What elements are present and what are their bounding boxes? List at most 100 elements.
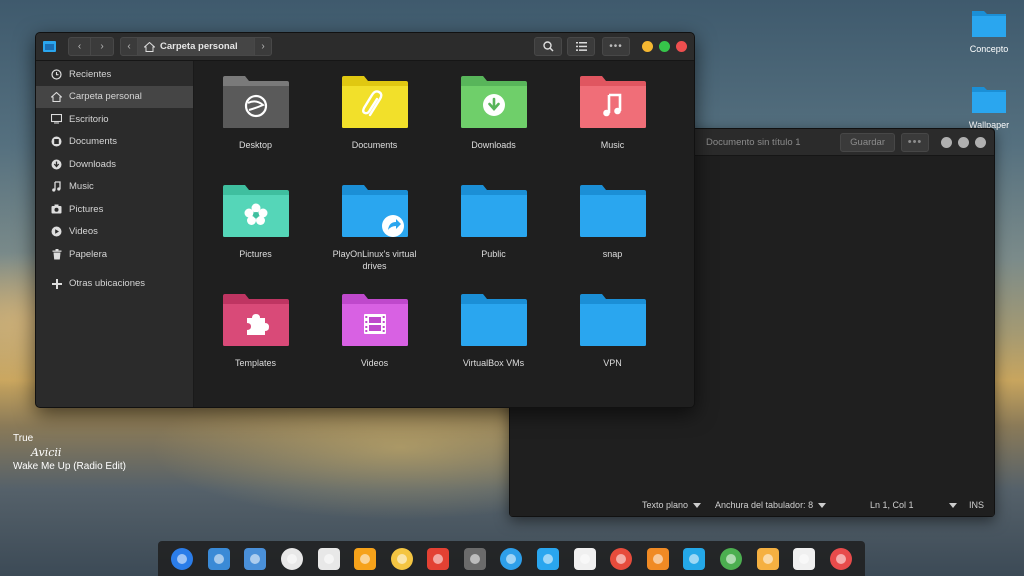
home-icon [51,91,62,102]
tab-width-selector[interactable]: Anchura del tabulador: 8 [715,500,827,510]
folder-label: Downloads [471,140,516,150]
sidebar-item-label: Otras ubicaciones [69,278,146,290]
folder-desktop[interactable]: Desktop [196,75,315,184]
cursor-position-label: Ln 1, Col 1 [870,500,914,510]
minimize-button[interactable] [941,136,952,148]
clock-icon [51,69,62,80]
files-icon [281,547,304,570]
dock-item-workspace[interactable] [242,546,268,572]
language-selector[interactable]: Texto plano [642,500,702,510]
back-button[interactable]: ‹ [68,37,91,56]
desktop-icon [51,114,62,125]
folder-downloads[interactable]: Downloads [434,75,553,184]
sidebar-item-recientes[interactable]: Recientes [36,63,193,86]
folder-templates[interactable]: Templates [196,293,315,402]
sidebar-item-papelera[interactable]: Papelera [36,243,193,266]
puzzle-icon [222,294,289,346]
close-button[interactable] [975,136,986,148]
desktop-folder-concepto[interactable]: Concepto [954,8,1024,54]
dock-item-settings[interactable] [462,546,488,572]
folder-icon [460,294,527,346]
image-viewer-icon [207,547,230,570]
folder-grid: Desktop Documents Downloads Music Pictures Pl… [194,75,672,402]
dock-item-media-player[interactable] [389,546,415,572]
folder-videos[interactable]: Videos [315,293,434,402]
sidebar-item-carpeta-personal[interactable]: Carpeta personal [36,85,193,108]
file-view[interactable]: Desktop Documents Downloads Music Pictures Pl… [194,61,694,407]
dock-item-wifi[interactable] [681,546,707,572]
folder-documents[interactable]: Documents [315,75,434,184]
forward-button[interactable]: › [91,37,114,56]
maximize-button[interactable] [958,136,969,148]
dock-item-calendar[interactable] [791,546,817,572]
sidebar-item-music[interactable]: Music [36,176,193,199]
folder-label: Public [481,249,506,259]
file-manager-app-icon [43,41,56,52]
send-icon [500,547,523,570]
dock-item-finder[interactable] [535,546,561,572]
maximize-button[interactable] [659,41,670,52]
sidebar-item-escritorio[interactable]: Escritorio [36,108,193,131]
folder-icon [972,11,1006,37]
breadcrumb-home[interactable]: Carpeta personal [138,37,254,56]
dock-item-trash[interactable] [828,546,854,572]
chevron-right-icon: › [100,41,104,52]
folder-virtualbox-vms[interactable]: VirtualBox VMs [434,293,553,402]
minimize-button[interactable] [642,41,653,52]
dock-item-disk[interactable] [608,546,634,572]
path-left-button[interactable]: ‹ [120,37,138,56]
sidebar-item-videos[interactable]: Videos [36,221,193,244]
menu-button[interactable]: ••• [602,37,630,56]
sidebar-item-documents[interactable]: Documents [36,131,193,154]
sidebar-item-pictures[interactable]: Pictures [36,198,193,221]
dock-item-image-viewer[interactable] [206,546,232,572]
music-album: True [13,433,34,444]
dock-item-power[interactable] [718,546,744,572]
share-arrow-icon [341,185,408,237]
dock-item-launcher[interactable] [169,546,195,572]
save-button[interactable]: Guardar [840,132,895,152]
deepin-logo-icon [222,76,289,128]
insert-mode[interactable]: INS [969,500,984,510]
editor-statusbar: Texto plano Anchura del tabulador: 8 Ln … [510,494,994,516]
dock-item-orange[interactable] [352,546,378,572]
path-right-button[interactable]: › [254,37,272,56]
menu-button[interactable]: ••• [901,132,929,152]
desktop-icon-label: Concepto [969,44,1009,54]
orange-icon [354,547,377,570]
editor-title: Documento sin título 1 [706,136,801,148]
dock-item-screenshot[interactable] [316,546,342,572]
dock-item-files[interactable] [279,546,305,572]
sidebar-item-label: Carpeta personal [69,91,142,103]
file-manager-header: ‹ › ‹ Carpeta personal › ••• [36,33,694,61]
media-player-icon [390,547,413,570]
cursor-position-selector[interactable]: Ln 1, Col 1 [870,500,957,510]
folder-vpn[interactable]: VPN [553,293,672,402]
folder-pictures[interactable]: Pictures [196,184,315,293]
dock-item-text-editor[interactable] [572,546,598,572]
folder-playonlinux-s-virtual-drives[interactable]: PlayOnLinux's virtual drives [315,184,434,293]
disk-icon [610,547,633,570]
folder-label: Music [600,140,625,150]
dock-item-cat[interactable] [755,546,781,572]
file-manager-window[interactable]: ‹ › ‹ Carpeta personal › ••• Recientes C… [35,32,695,408]
folder-music[interactable]: Music [553,75,672,184]
search-icon [542,41,554,52]
workspace-icon [244,547,267,570]
search-button[interactable] [534,37,562,56]
folder-public[interactable]: Public [434,184,553,293]
dock-item-chrome[interactable] [425,546,451,572]
dock-item-send[interactable] [498,546,524,572]
sidebar-item-downloads[interactable]: Downloads [36,153,193,176]
desktop-folder-wallpaper[interactable]: Wallpaper [954,84,1024,130]
dock-item-eject[interactable] [645,546,671,572]
sidebar-item-otras-ubicaciones[interactable]: Otras ubicaciones [36,273,193,296]
folder-snap[interactable]: snap [553,184,672,293]
folder-icon [460,185,527,237]
music-note-icon [579,76,646,128]
home-icon [144,41,155,52]
folder-icon [579,294,646,346]
power-icon [719,547,742,570]
view-options-button[interactable] [567,37,595,56]
close-button[interactable] [676,41,687,52]
